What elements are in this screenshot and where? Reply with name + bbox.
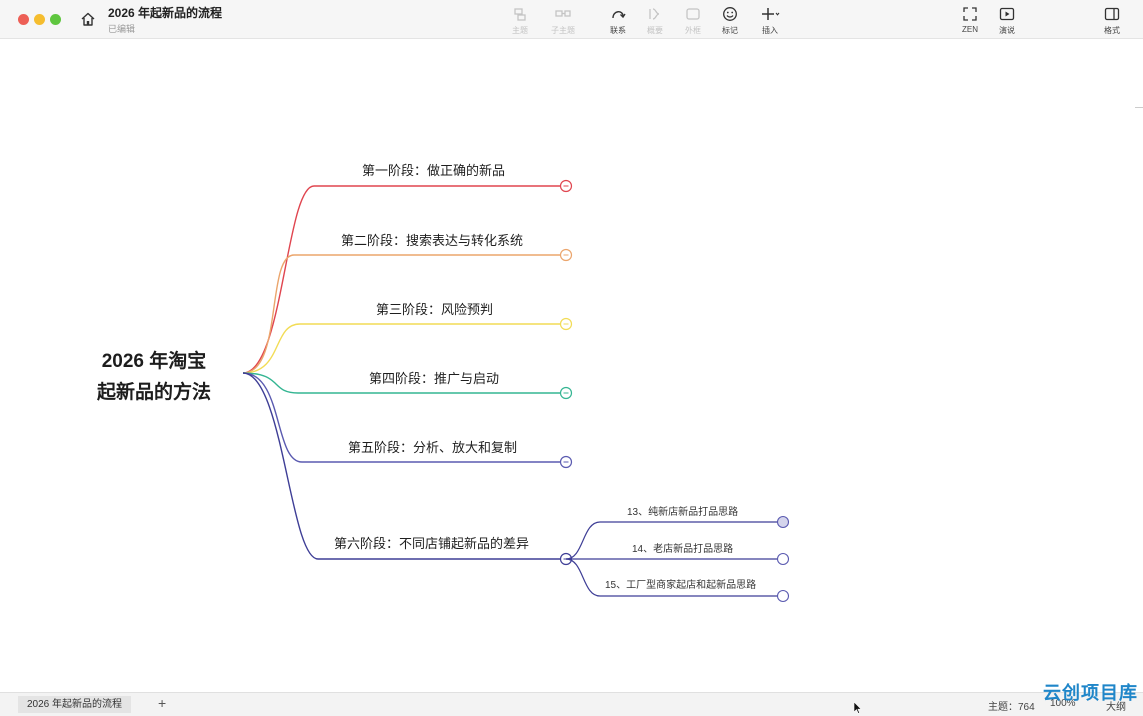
play-icon [999, 7, 1015, 21]
boundary-icon [686, 8, 700, 20]
branch-topic-4[interactable]: 第四阶段：推广与启动 [369, 368, 499, 387]
subtopic-15[interactable]: 15、工厂型商家起店和起新品思路 [605, 576, 756, 591]
mouse-cursor-icon [854, 702, 862, 714]
status-bar: 2026 年起新品的流程 + 主题：764 100% 大纲 [0, 692, 1143, 716]
subtopic-toggle-15 [776, 589, 790, 603]
format-panel-button[interactable]: 格式 [1095, 6, 1129, 36]
topic-icon [514, 8, 526, 21]
sheet-tab[interactable]: 2026 年起新品的流程 [18, 696, 132, 713]
branch-topic-3[interactable]: 第三阶段：风险预判 [376, 299, 493, 318]
root-topic-line-1[interactable]: 2026 年淘宝 [74, 346, 234, 373]
watermark-text: 云创项目库 [1043, 683, 1138, 703]
subtopic-icon [555, 10, 571, 17]
document-status: 已编辑 [108, 24, 136, 34]
subtopic-toggle-14 [776, 552, 790, 566]
branch-topic-1[interactable]: 第一阶段：做正确的新品 [362, 160, 505, 179]
summary-button[interactable]: 概要 [638, 6, 672, 36]
branch-connector-3 [242, 323, 560, 374]
smiley-icon [723, 7, 737, 21]
plus-chevron-icon [762, 8, 780, 20]
subtopic-toggle-13 [776, 515, 790, 529]
branch-connector-1 [242, 185, 560, 374]
sidebar-panel-icon [1104, 7, 1120, 21]
home-icon[interactable] [80, 11, 96, 27]
add-sheet-button[interactable]: + [158, 695, 166, 711]
pitch-button[interactable]: 演说 [990, 6, 1024, 36]
relationship-button[interactable]: 联系 [601, 6, 635, 36]
insert-button[interactable]: 插入 [753, 6, 787, 36]
branch-topic-6[interactable]: 第六阶段：不同店铺起新品的差异 [334, 533, 529, 552]
canvas-edge-mark [1135, 107, 1143, 108]
topic-button[interactable]: 主题 [503, 6, 537, 36]
topic-count: 主题：764 [988, 702, 1035, 713]
close-window-button[interactable] [18, 14, 29, 25]
minimize-window-button[interactable] [34, 14, 45, 25]
relationship-icon [612, 11, 626, 19]
mindmap-canvas[interactable]: 2026 年淘宝 起新品的方法 第一阶段：做正确的新品 第二阶段：搜索表达与转化… [0, 39, 1143, 692]
subtopic-button[interactable]: 子主题 [546, 6, 580, 36]
boundary-button[interactable]: 外框 [676, 6, 710, 36]
title-bar: 2026 年起新品的流程 已编辑 主题 子主题 联系 概要 外框 标记 插入 Z… [0, 0, 1143, 39]
branch-topic-2[interactable]: 第二阶段：搜索表达与转化系统 [341, 230, 523, 249]
document-title: 2026 年起新品的流程 [108, 6, 223, 20]
root-topic-line-2[interactable]: 起新品的方法 [74, 377, 234, 404]
branch-topic-5[interactable]: 第五阶段：分析、放大和复制 [348, 437, 517, 456]
subtopic-14[interactable]: 14、老店新品打品思路 [632, 540, 733, 555]
zoom-window-button[interactable] [50, 14, 61, 25]
summary-icon [649, 8, 660, 20]
branch-connector-6 [242, 372, 560, 560]
fullscreen-icon [963, 7, 977, 21]
marker-button[interactable]: 标记 [713, 6, 747, 36]
subtopic-13[interactable]: 13、纯新店新品打品思路 [627, 503, 738, 518]
zen-mode-button[interactable]: ZEN [953, 6, 987, 36]
